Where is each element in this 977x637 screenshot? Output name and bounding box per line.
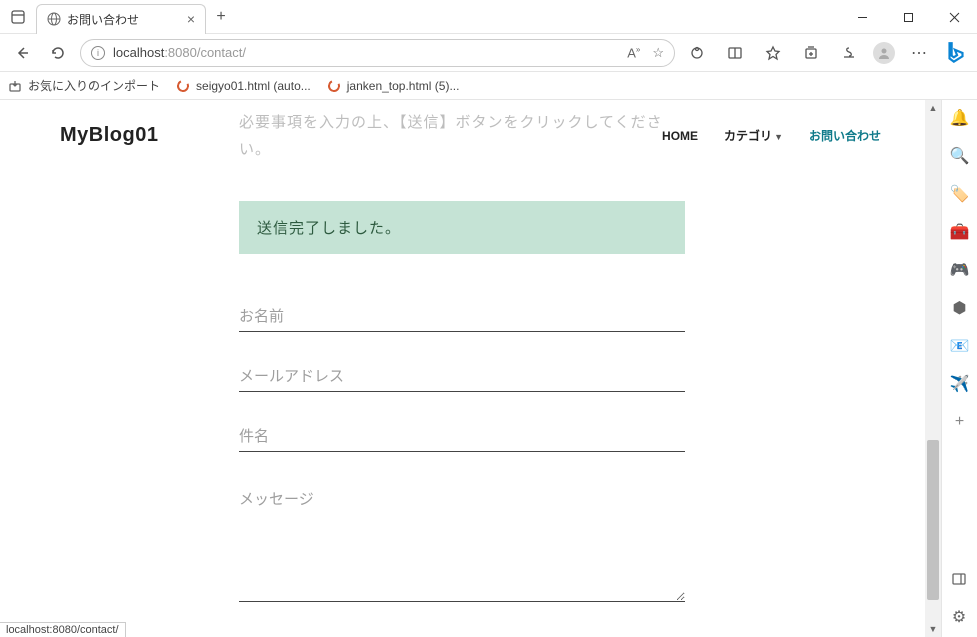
split-screen-icon[interactable] [721,39,749,67]
url-host: localhost [113,45,164,60]
minimize-button[interactable] [839,0,885,34]
chevron-down-icon: ▼ [774,132,783,142]
form-instruction: 必要事項を入力の上、【送信】ボタンをクリックしてください。 [239,109,685,163]
site-title[interactable]: MyBlog01 [60,124,158,147]
browser-tab[interactable]: お問い合わせ × [36,4,206,34]
back-button[interactable] [8,39,36,67]
toolbox-icon[interactable]: 🧰 [950,222,970,242]
site-nav: HOME カテゴリ▼ お問い合わせ [662,127,881,144]
add-sidebar-icon[interactable]: + [950,412,970,432]
file-icon [176,79,190,93]
sidebar-toggle-icon[interactable] [949,569,969,589]
close-tab-icon[interactable]: × [187,11,195,27]
office-icon[interactable]: ⬢ [950,298,970,318]
maximize-button[interactable] [885,0,931,34]
page-content: MyBlog01 HOME カテゴリ▼ お問い合わせ 必要事項を入力の上、【送信… [0,100,941,637]
bookmarks-bar: お気に入りのインポート seigyo01.html (auto... janke… [0,72,977,100]
bing-icon[interactable] [943,40,969,66]
success-alert: 送信完了しました。 [239,201,685,254]
favorite-icon[interactable]: ☆ [652,45,664,61]
import-icon [8,79,22,93]
tag-icon[interactable]: 🏷️ [950,184,970,204]
outlook-icon[interactable]: 📧 [950,336,970,356]
subject-field[interactable] [239,422,685,452]
file-icon [327,79,341,93]
browser-toolbar: i localhost:8080/contact/ A» ☆ ⋯ [0,34,977,72]
more-menu-icon[interactable]: ⋯ [905,39,933,67]
site-info-icon[interactable]: i [91,46,105,60]
contact-form-container: 必要事項を入力の上、【送信】ボタンをクリックしてください。 送信完了しました。 … [239,109,685,637]
email-field[interactable] [239,362,685,392]
bell-icon[interactable]: 🔔 [950,108,970,128]
settings-icon[interactable]: ⚙ [949,607,969,627]
tabs-overview-icon[interactable] [6,5,30,29]
name-field[interactable] [239,302,685,332]
collections-icon[interactable] [797,39,825,67]
address-bar[interactable]: i localhost:8080/contact/ A» ☆ [80,39,675,67]
edge-sidebar: 🔔 🔍 🏷️ 🧰 🎮 ⬢ 📧 ✈️ + [941,100,977,637]
globe-icon [47,12,61,26]
favorites-icon[interactable] [759,39,787,67]
new-tab-button[interactable]: + [206,8,236,26]
send-icon[interactable]: ✈️ [950,374,970,394]
import-favorites[interactable]: お気に入りのインポート [8,77,160,94]
reading-mode-icon[interactable]: A» [627,45,640,60]
profile-avatar[interactable] [873,42,895,64]
browser-titlebar: お問い合わせ × + [0,0,977,34]
nav-category[interactable]: カテゴリ▼ [724,127,783,144]
tab-title: お問い合わせ [67,11,139,28]
games-icon[interactable]: 🎮 [950,260,970,280]
url-path: :8080/contact/ [164,45,246,60]
nav-contact[interactable]: お問い合わせ [809,127,881,144]
bookmark-seigyo[interactable]: seigyo01.html (auto... [176,79,311,93]
refresh-button[interactable] [44,39,72,67]
extensions-icon[interactable] [683,39,711,67]
message-field[interactable] [239,482,685,602]
close-window-button[interactable] [931,0,977,34]
status-bar-url: localhost:8080/contact/ [0,622,126,637]
search-icon[interactable]: 🔍 [950,146,970,166]
bookmark-janken[interactable]: janken_top.html (5)... [327,79,460,93]
shopping-icon[interactable] [835,39,863,67]
